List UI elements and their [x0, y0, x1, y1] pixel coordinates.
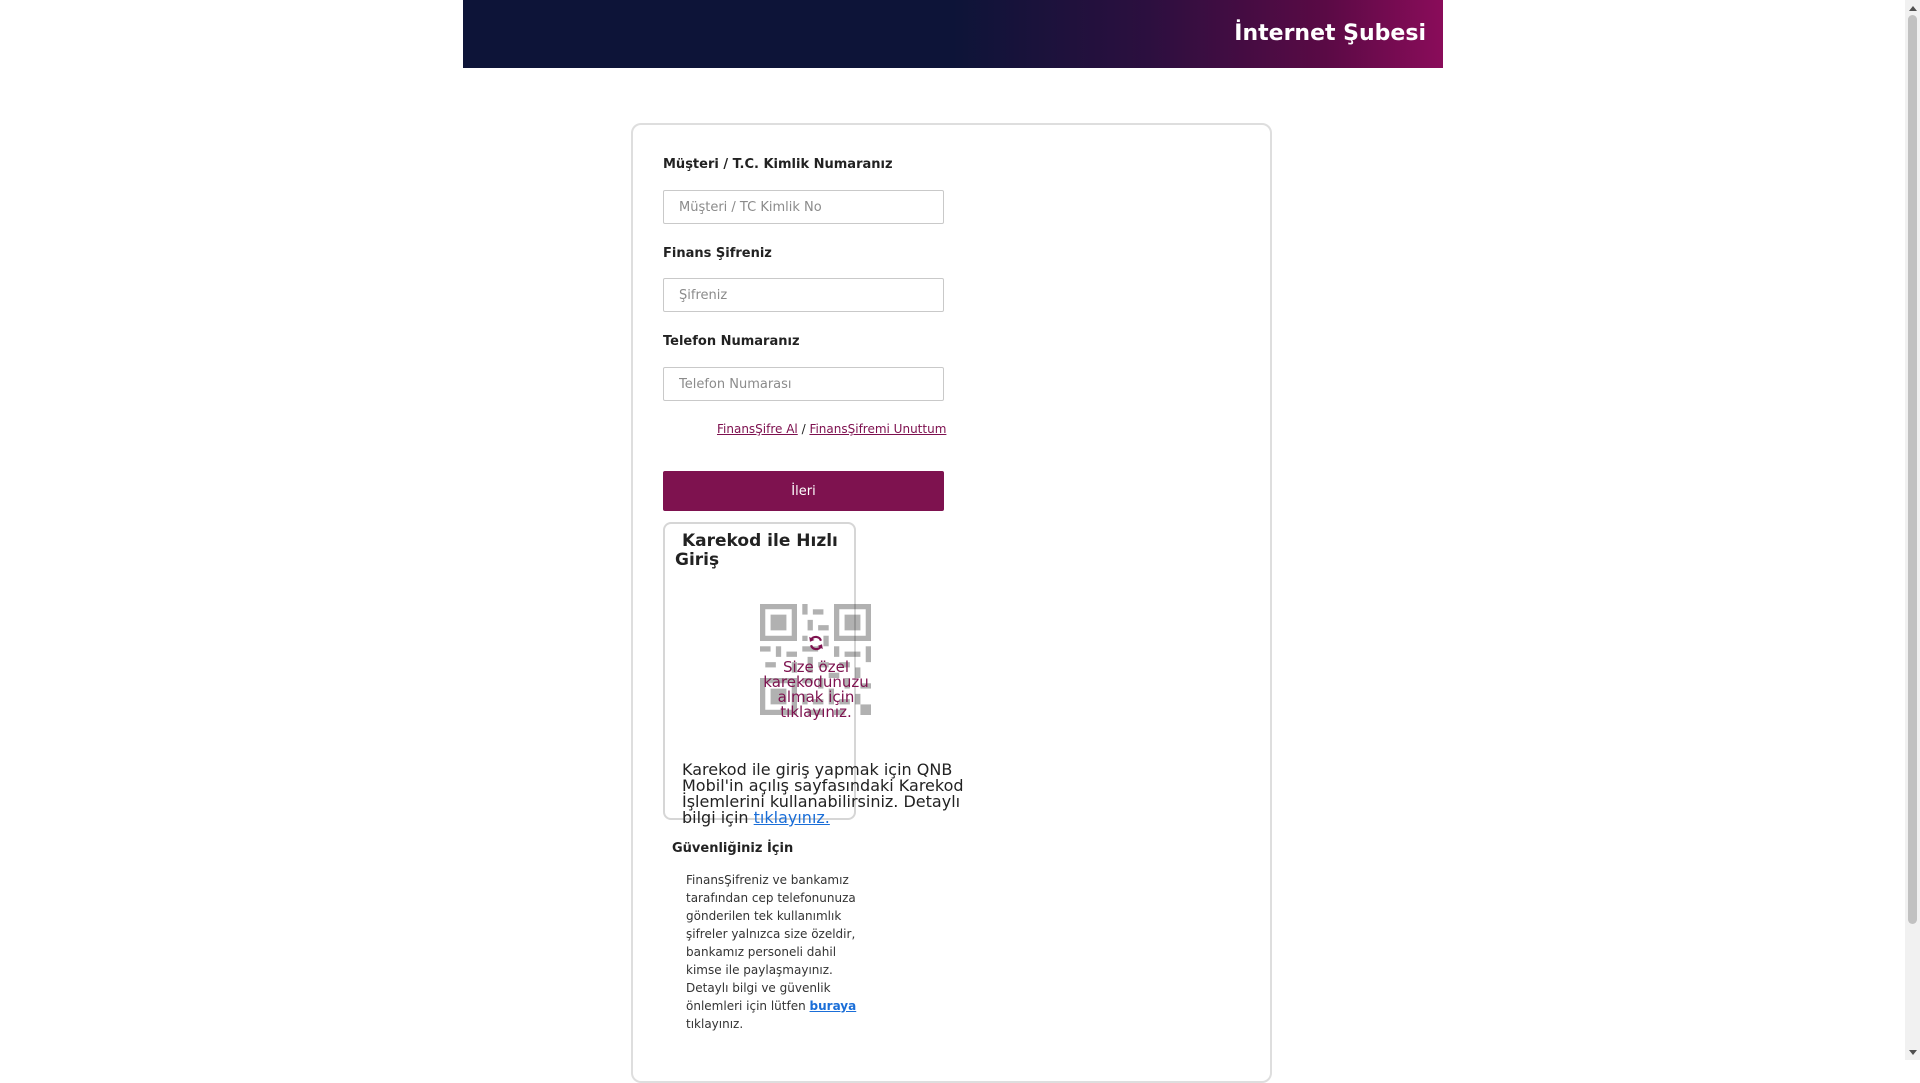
security-title: Güvenliğiniz İçin — [672, 841, 794, 856]
get-password-link[interactable]: FinansŞifre Al — [717, 422, 798, 436]
refresh-icon[interactable] — [807, 634, 825, 652]
scroll-down-icon[interactable] — [1905, 1045, 1920, 1060]
password-links: FinansŞifre Al / FinansŞifremi Unuttum — [717, 422, 946, 436]
phone-number-input[interactable] — [663, 367, 944, 401]
qr-info-link[interactable]: tıklayınız. — [754, 808, 830, 827]
page-scrollbar[interactable] — [1905, 0, 1920, 1060]
password-label: Finans Şifreniz — [663, 246, 772, 261]
security-details-link[interactable]: buraya — [810, 999, 857, 1013]
security-text-body: FinansŞifreniz ve bankamız tarafından ce… — [686, 873, 856, 1013]
security-text: FinansŞifreniz ve bankamız tarafından ce… — [686, 871, 861, 1033]
link-separator: / — [797, 422, 810, 436]
scroll-up-icon[interactable] — [1905, 0, 1920, 15]
scrollbar-thumb[interactable] — [1908, 15, 1917, 924]
customer-number-input[interactable] — [663, 190, 944, 224]
qr-code-area[interactable]: Size özel karekodunuzu almak için tıklay… — [760, 604, 871, 720]
qr-login-title: Karekod ile Hızlı Giriş — [675, 531, 838, 570]
header-title: İnternet Şubesi — [1234, 21, 1426, 46]
phone-number-label: Telefon Numaranız — [663, 334, 800, 349]
page-header: İnternet Şubesi — [463, 0, 1443, 68]
customer-number-label: Müşteri / T.C. Kimlik Numaranız — [663, 157, 893, 172]
security-text-end: tıklayınız. — [686, 1017, 744, 1031]
forgot-password-link[interactable]: FinansŞifremi Unuttum — [809, 422, 946, 436]
qr-info-text: Karekod ile giriş yapmak için QNB Mobil'… — [682, 762, 972, 826]
qr-generate-text[interactable]: Size özel karekodunuzu almak için tıklay… — [756, 660, 876, 720]
next-button[interactable]: İleri — [663, 471, 944, 511]
password-input[interactable] — [663, 278, 944, 312]
